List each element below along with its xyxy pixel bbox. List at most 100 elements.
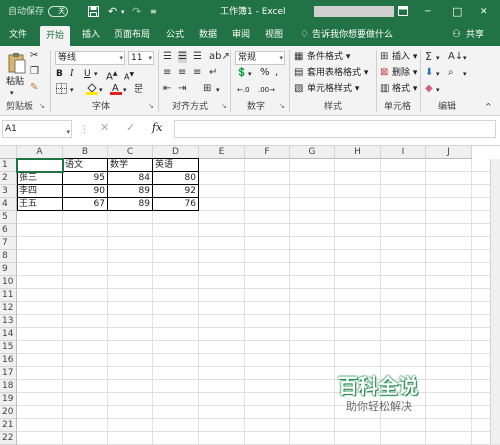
row-header-3[interactable]: 3 [0,185,17,198]
align-left-icon[interactable]: ≡ [163,67,171,79]
row-header-19[interactable]: 19 [0,393,17,406]
confirm-entry-icon[interactable]: ✓ [126,122,135,134]
row-header-12[interactable]: 12 [0,302,17,315]
fill-dropdown-icon[interactable]: ▾ [436,68,440,80]
autosave-toggle[interactable]: 关 [48,6,68,17]
fill-down-icon[interactable]: ⬇ [425,67,433,79]
row-header-8[interactable]: 8 [0,250,17,263]
table-score-cell[interactable]: 84 [108,172,150,184]
conditional-format-button[interactable]: 条件格式 ▾ [307,51,350,63]
tell-me-search[interactable]: 告诉我你想要做什么 [312,28,393,42]
collapse-ribbon-icon[interactable]: ^ [485,101,492,113]
column-header-f[interactable]: F [245,146,290,159]
table-format-button[interactable]: 套用表格格式 ▾ [307,67,368,79]
row-header-5[interactable]: 5 [0,211,17,224]
table-score-cell[interactable]: 67 [63,198,105,210]
italic-button[interactable]: I [70,68,74,80]
format-cells-button[interactable]: 格式 ▾ [392,83,417,95]
cut-icon[interactable]: ✂ [30,50,38,62]
table-score-cell[interactable]: 76 [153,198,196,210]
close-button[interactable]: ✕ [480,6,488,18]
table-format-icon[interactable]: ▤ [294,67,303,79]
font-name-select[interactable]: 等线 ▾ [55,51,125,65]
underline-button[interactable]: U [84,68,91,80]
align-top-icon[interactable]: ☰ [163,51,172,63]
currency-dropdown-icon[interactable]: ▾ [248,68,252,80]
insert-cells-icon[interactable]: ⊞ [380,51,388,63]
row-header-2[interactable]: 2 [0,172,17,185]
tab-view[interactable]: 视图 [265,28,283,42]
align-center-icon[interactable]: ≡ [178,67,186,79]
name-box[interactable]: A1 ▾ [2,120,72,138]
ribbon-display-icon[interactable] [398,6,408,20]
column-header-g[interactable]: G [290,146,335,159]
font-launcher-icon[interactable]: ↘ [148,100,154,112]
phonetic-icon[interactable]: 문 [134,84,143,96]
decrease-indent-icon[interactable]: ⇤ [163,83,171,95]
redo-icon[interactable]: ↷ [132,6,141,18]
customize-toolbar-icon[interactable]: ≡ [150,6,157,18]
font-color-dropdown-icon[interactable]: ▾ [123,84,127,96]
table-score-cell[interactable]: 92 [153,185,196,197]
copy-icon[interactable]: ❐ [30,66,39,78]
table-name-cell[interactable]: 王五 [19,198,37,210]
undo-dropdown-icon[interactable]: ▾ [121,6,125,18]
autosum-icon[interactable]: Σ [425,51,432,63]
autosum-dropdown-icon[interactable]: ▾ [436,52,440,64]
clear-icon[interactable]: ◆ [425,83,433,95]
table-name-cell[interactable]: 张三 [19,172,37,184]
tab-formulas[interactable]: 公式 [166,28,184,42]
merge-dropdown-icon[interactable]: ▾ [216,84,220,96]
drag-handle-icon[interactable]: ⋮ [80,124,89,136]
row-header-13[interactable]: 13 [0,315,17,328]
border-dropdown-icon[interactable]: ▾ [70,84,74,96]
column-header-h[interactable]: H [335,146,381,159]
increase-decimal-icon[interactable]: ←.0 [237,84,250,96]
percent-format-icon[interactable]: % [260,67,270,79]
align-bottom-icon[interactable]: ☰ [193,51,202,63]
orientation-icon[interactable]: ab↗ [209,51,230,63]
tab-home[interactable]: 开始 [40,26,71,46]
alignment-launcher-icon[interactable]: ↘ [221,100,227,112]
paste-dropdown-icon[interactable]: ▾ [10,87,14,99]
increase-indent-icon[interactable]: ⇥ [178,83,186,95]
column-header-e[interactable]: E [199,146,245,159]
table-score-cell[interactable]: 90 [63,185,105,197]
row-header-14[interactable]: 14 [0,328,17,341]
wrap-text-icon[interactable]: ↵ [209,67,217,79]
table-header-cell[interactable]: 数学 [110,159,128,171]
fill-color-icon[interactable] [86,82,98,99]
fill-color-dropdown-icon[interactable]: ▾ [99,84,103,96]
table-score-cell[interactable]: 89 [108,198,150,210]
conditional-format-icon[interactable]: ▦ [294,51,303,63]
font-size-select[interactable]: 11 ▾ [128,51,154,65]
row-header-18[interactable]: 18 [0,380,17,393]
row-header-4[interactable]: 4 [0,198,17,211]
row-header-21[interactable]: 21 [0,419,17,432]
underline-dropdown-icon[interactable]: ▾ [94,68,98,80]
row-header-9[interactable]: 9 [0,263,17,276]
row-header-1[interactable]: 1 [0,159,17,172]
align-right-icon[interactable]: ≡ [193,67,201,79]
insert-cells-button[interactable]: 插入 ▾ [392,51,417,63]
merge-center-icon[interactable]: ⊞ [203,83,211,95]
tab-data[interactable]: 数据 [199,28,217,42]
table-name-cell[interactable]: 李四 [19,185,37,197]
clear-dropdown-icon[interactable]: ▾ [436,84,440,96]
active-cell-a1[interactable] [16,158,64,173]
share-button[interactable]: 共享 [466,28,484,42]
find-select-icon[interactable]: ⌕ [448,67,454,79]
tab-page-layout[interactable]: 页面布局 [114,28,150,42]
table-header-cell[interactable]: 英语 [155,159,173,171]
tab-file[interactable]: 文件 [9,28,27,42]
delete-cells-icon[interactable]: ⊠ [380,67,388,79]
delete-cells-button[interactable]: 删除 ▾ [392,67,417,79]
column-header-i[interactable]: I [381,146,426,159]
minimize-button[interactable]: ─ [425,6,430,18]
row-header-16[interactable]: 16 [0,354,17,367]
border-icon[interactable] [56,83,67,98]
undo-icon[interactable]: ↶ [108,6,117,18]
select-all-corner[interactable] [0,146,17,159]
currency-format-icon[interactable]: 💲 [236,67,247,79]
decrease-font-icon[interactable]: A▼ [124,69,134,84]
